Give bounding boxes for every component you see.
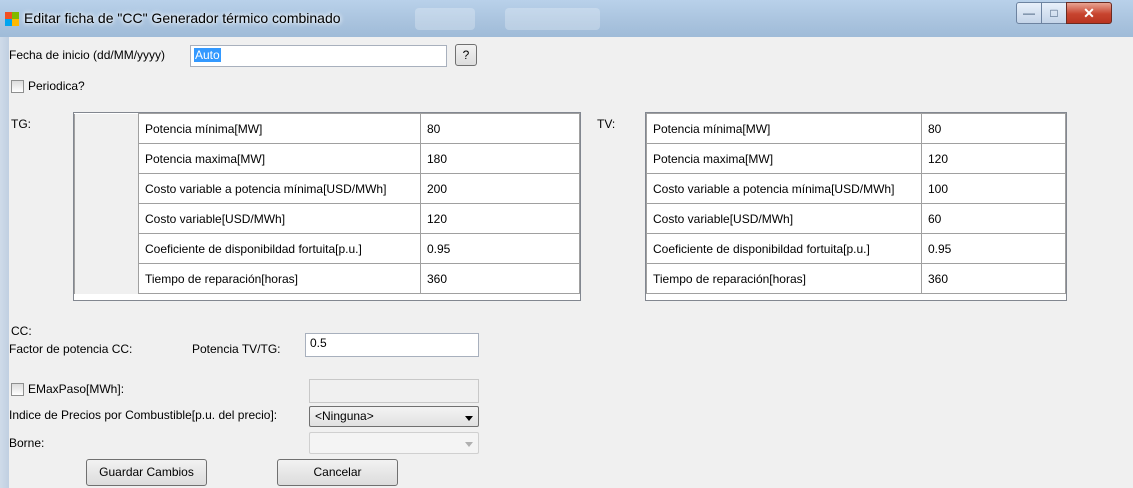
tg-param-name: Costo variable[USD/MWh] xyxy=(138,203,421,234)
chevron-down-icon xyxy=(465,416,473,421)
table-row: Costo variable a potencia mínima[USD/MWh… xyxy=(74,173,580,204)
minimize-button[interactable]: — xyxy=(1016,2,1042,24)
table-row: Potencia maxima[MW] 120 xyxy=(646,143,1066,174)
tg-param-value[interactable]: 200 xyxy=(420,173,580,204)
form-client-area: Fecha de inicio (dd/MM/yyyy) Auto ? Peri… xyxy=(9,37,1133,488)
maximize-button[interactable]: □ xyxy=(1041,2,1067,24)
table-row: Potencia mínima[MW] 80 xyxy=(74,113,580,144)
tv-param-name: Costo variable[USD/MWh] xyxy=(646,203,922,234)
table-row: Costo variable a potencia mínima[USD/MWh… xyxy=(646,173,1066,204)
potencia-ratio-label: Potencia TV/TG: xyxy=(192,342,281,356)
title-bar[interactable]: Editar ficha de "CC" Generador térmico c… xyxy=(0,0,1133,38)
close-button[interactable]: ✕ xyxy=(1066,2,1112,24)
emax-label: EMaxPaso[MWh]: xyxy=(28,382,125,396)
tv-param-value[interactable]: 80 xyxy=(921,113,1066,144)
tv-param-value[interactable]: 100 xyxy=(921,173,1066,204)
background-window-tab xyxy=(505,8,600,30)
table-row: Tiempo de reparación[horas] 360 xyxy=(74,263,580,294)
periodica-label: Periodica? xyxy=(28,79,85,93)
indice-selected: <Ninguna> xyxy=(315,409,374,423)
tv-param-name: Tiempo de reparación[horas] xyxy=(646,263,922,294)
tg-param-name: Costo variable a potencia mínima[USD/MWh… xyxy=(138,173,421,204)
tg-param-name: Potencia mínima[MW] xyxy=(138,113,421,144)
tg-param-value[interactable]: 360 xyxy=(420,263,580,294)
save-button[interactable]: Guardar Cambios xyxy=(86,459,207,486)
indice-combobox[interactable]: <Ninguna> xyxy=(309,406,479,427)
fecha-label: Fecha de inicio (dd/MM/yyyy) xyxy=(9,48,166,62)
tv-param-value[interactable]: 60 xyxy=(921,203,1066,234)
table-row: Potencia maxima[MW] 180 xyxy=(74,143,580,174)
table-row: Coeficiente de disponibildad fortuita[p.… xyxy=(74,233,580,264)
cancel-button[interactable]: Cancelar xyxy=(277,459,398,486)
borne-combobox[interactable] xyxy=(309,432,479,454)
table-row: Costo variable[USD/MWh] 120 xyxy=(74,203,580,234)
help-button[interactable]: ? xyxy=(455,44,477,66)
table-row: Tiempo de reparación[horas] 360 xyxy=(646,263,1066,294)
tv-param-name: Costo variable a potencia mínima[USD/MWh… xyxy=(646,173,922,204)
tv-param-value[interactable]: 0.95 xyxy=(921,233,1066,264)
tg-param-value[interactable]: 0.95 xyxy=(420,233,580,264)
app-icon xyxy=(5,12,19,26)
window-frame xyxy=(0,37,9,488)
table-row: Coeficiente de disponibildad fortuita[p.… xyxy=(646,233,1066,264)
tg-param-value[interactable]: 120 xyxy=(420,203,580,234)
tg-param-name: Coeficiente de disponibildad fortuita[p.… xyxy=(138,233,421,264)
fecha-input[interactable]: Auto xyxy=(190,45,447,67)
tg-param-name: Tiempo de reparación[horas] xyxy=(138,263,421,294)
table-row: Potencia mínima[MW] 80 xyxy=(646,113,1066,144)
tv-param-value[interactable]: 360 xyxy=(921,263,1066,294)
factor-potencia-label: Factor de potencia CC: xyxy=(9,342,133,356)
emax-input[interactable] xyxy=(309,379,479,403)
indice-label: Indice de Precios por Combustible[p.u. d… xyxy=(9,408,278,422)
borne-label: Borne: xyxy=(9,436,45,450)
cc-label: CC: xyxy=(11,324,32,338)
tv-param-name: Coeficiente de disponibildad fortuita[p.… xyxy=(646,233,922,264)
tg-label: TG: xyxy=(11,117,31,131)
potencia-ratio-input[interactable]: 0.5 xyxy=(305,333,479,357)
tv-param-name: Potencia maxima[MW] xyxy=(646,143,922,174)
fecha-value: Auto xyxy=(194,48,221,62)
tg-param-value[interactable]: 180 xyxy=(420,143,580,174)
tv-label: TV: xyxy=(597,117,616,131)
tv-param-value[interactable]: 120 xyxy=(921,143,1066,174)
chevron-down-icon xyxy=(465,442,473,447)
background-window-tab xyxy=(415,8,475,30)
tv-param-name: Potencia mínima[MW] xyxy=(646,113,922,144)
tg-param-name: Potencia maxima[MW] xyxy=(138,143,421,174)
window-title: Editar ficha de "CC" Generador térmico c… xyxy=(24,10,341,26)
tg-param-value[interactable]: 80 xyxy=(420,113,580,144)
tg-grid[interactable]: Potencia mínima[MW] 80 Potencia maxima[MW… xyxy=(73,112,581,301)
periodica-checkbox[interactable] xyxy=(11,80,24,93)
emax-checkbox[interactable] xyxy=(11,383,24,396)
table-row: Costo variable[USD/MWh] 60 xyxy=(646,203,1066,234)
tv-grid[interactable]: Potencia mínima[MW] 80 Potencia maxima[MW… xyxy=(645,112,1067,301)
